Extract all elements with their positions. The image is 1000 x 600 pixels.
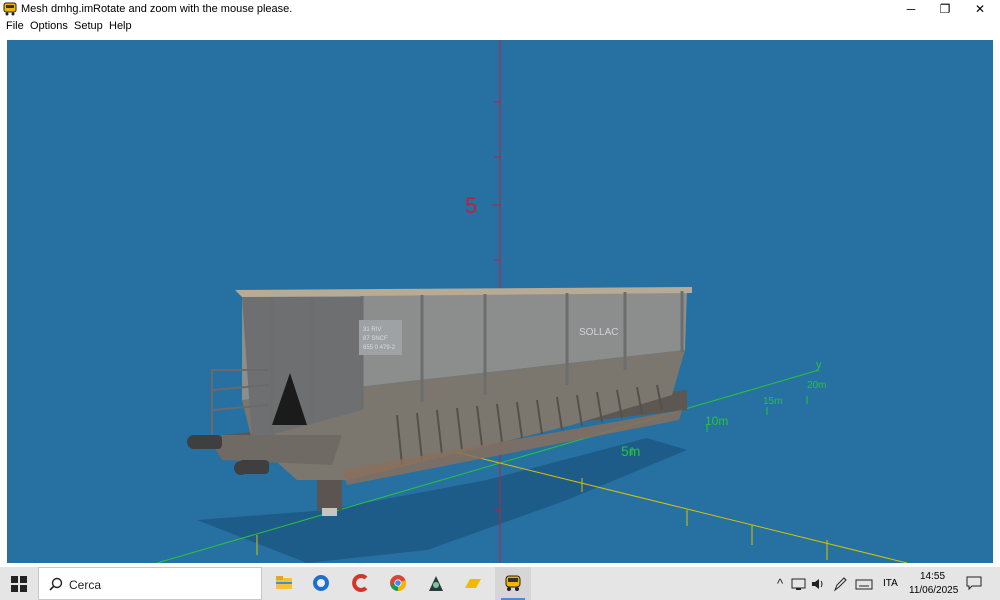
window-message: Rotate and zoom with the mouse please.: [93, 3, 293, 15]
minimize-button[interactable]: ─: [894, 0, 928, 18]
taskbar-train-app[interactable]: [495, 567, 531, 600]
clock-date[interactable]: 11/06/2025: [909, 585, 958, 596]
ground-label-15m: 15m: [763, 396, 782, 407]
browser-icon: [313, 575, 329, 591]
ground-label-5m: 5m: [621, 443, 640, 459]
start-button[interactable]: [0, 567, 38, 600]
vertical-axis-label-5: 5: [465, 193, 477, 218]
wagon-brand-label: SOLLAC: [579, 327, 618, 338]
network-icon[interactable]: [791, 576, 807, 592]
close-button[interactable]: ✕: [963, 0, 997, 18]
ground-label-20m: 20m: [807, 380, 826, 391]
menu-options[interactable]: Options: [30, 20, 68, 32]
taskbar-chrome[interactable]: [380, 567, 416, 600]
keyboard-icon[interactable]: [855, 576, 873, 592]
train-app-icon: [505, 575, 521, 591]
language-indicator[interactable]: ITA: [883, 578, 898, 589]
folder-icon: [276, 576, 292, 589]
restore-button[interactable]: ❐: [928, 0, 962, 18]
menu-setup[interactable]: Setup: [74, 20, 103, 32]
freight-wagon-model: 31 RIV 87 SNCF 655 0 479-2 SOLLAC: [187, 287, 692, 516]
scene[interactable]: 5 y 5m 10m 15m 20m 31 RIV 87 SNCF 655 0 …: [7, 40, 993, 563]
wagon-plate-line-3: 655 0 479-2: [363, 345, 396, 351]
clock-time[interactable]: 14:55: [920, 571, 945, 582]
pen-icon[interactable]: [832, 576, 848, 592]
window-title: Mesh dmhg.im: [21, 3, 94, 15]
wagon-plate-line-2: 87 SNCF: [363, 336, 388, 342]
3d-viewport[interactable]: 5 y 5m 10m 15m 20m 31 RIV 87 SNCF 655 0 …: [7, 40, 993, 563]
volume-icon[interactable]: [810, 576, 826, 592]
app-train-icon: [3, 2, 17, 16]
taskbar-file-explorer[interactable]: [266, 567, 302, 600]
search-placeholder: Cerca: [69, 578, 102, 592]
wagon-plate-line-1: 31 RIV: [363, 327, 381, 333]
menu-bar: File Options Setup Help: [0, 18, 1000, 35]
green-axis-label-y: y: [816, 359, 822, 371]
taskbar-search[interactable]: Cerca: [38, 567, 262, 600]
taskbar-ccleaner[interactable]: [343, 567, 379, 600]
taskbar-browser[interactable]: [303, 567, 339, 600]
ground-label-10m: 10m: [705, 414, 728, 428]
game-app-icon: [429, 576, 443, 591]
yellow-folder-icon: [465, 579, 481, 588]
title-bar: Mesh dmhg.im Rotate and zoom with the mo…: [0, 0, 1000, 18]
ccleaner-icon: [352, 574, 368, 592]
taskbar-game-app[interactable]: [418, 567, 454, 600]
windows-icon: [11, 576, 27, 592]
search-icon: [49, 577, 63, 591]
menu-file[interactable]: File: [6, 20, 24, 32]
chrome-icon: [390, 575, 407, 592]
notification-icon[interactable]: [966, 575, 982, 591]
taskbar-yellow-app[interactable]: [455, 567, 491, 600]
menu-help[interactable]: Help: [109, 20, 132, 32]
chevron-up-icon[interactable]: ^: [772, 576, 788, 592]
taskbar: Cerca ^ ITA 14:55 11/06/2025: [0, 567, 1000, 600]
